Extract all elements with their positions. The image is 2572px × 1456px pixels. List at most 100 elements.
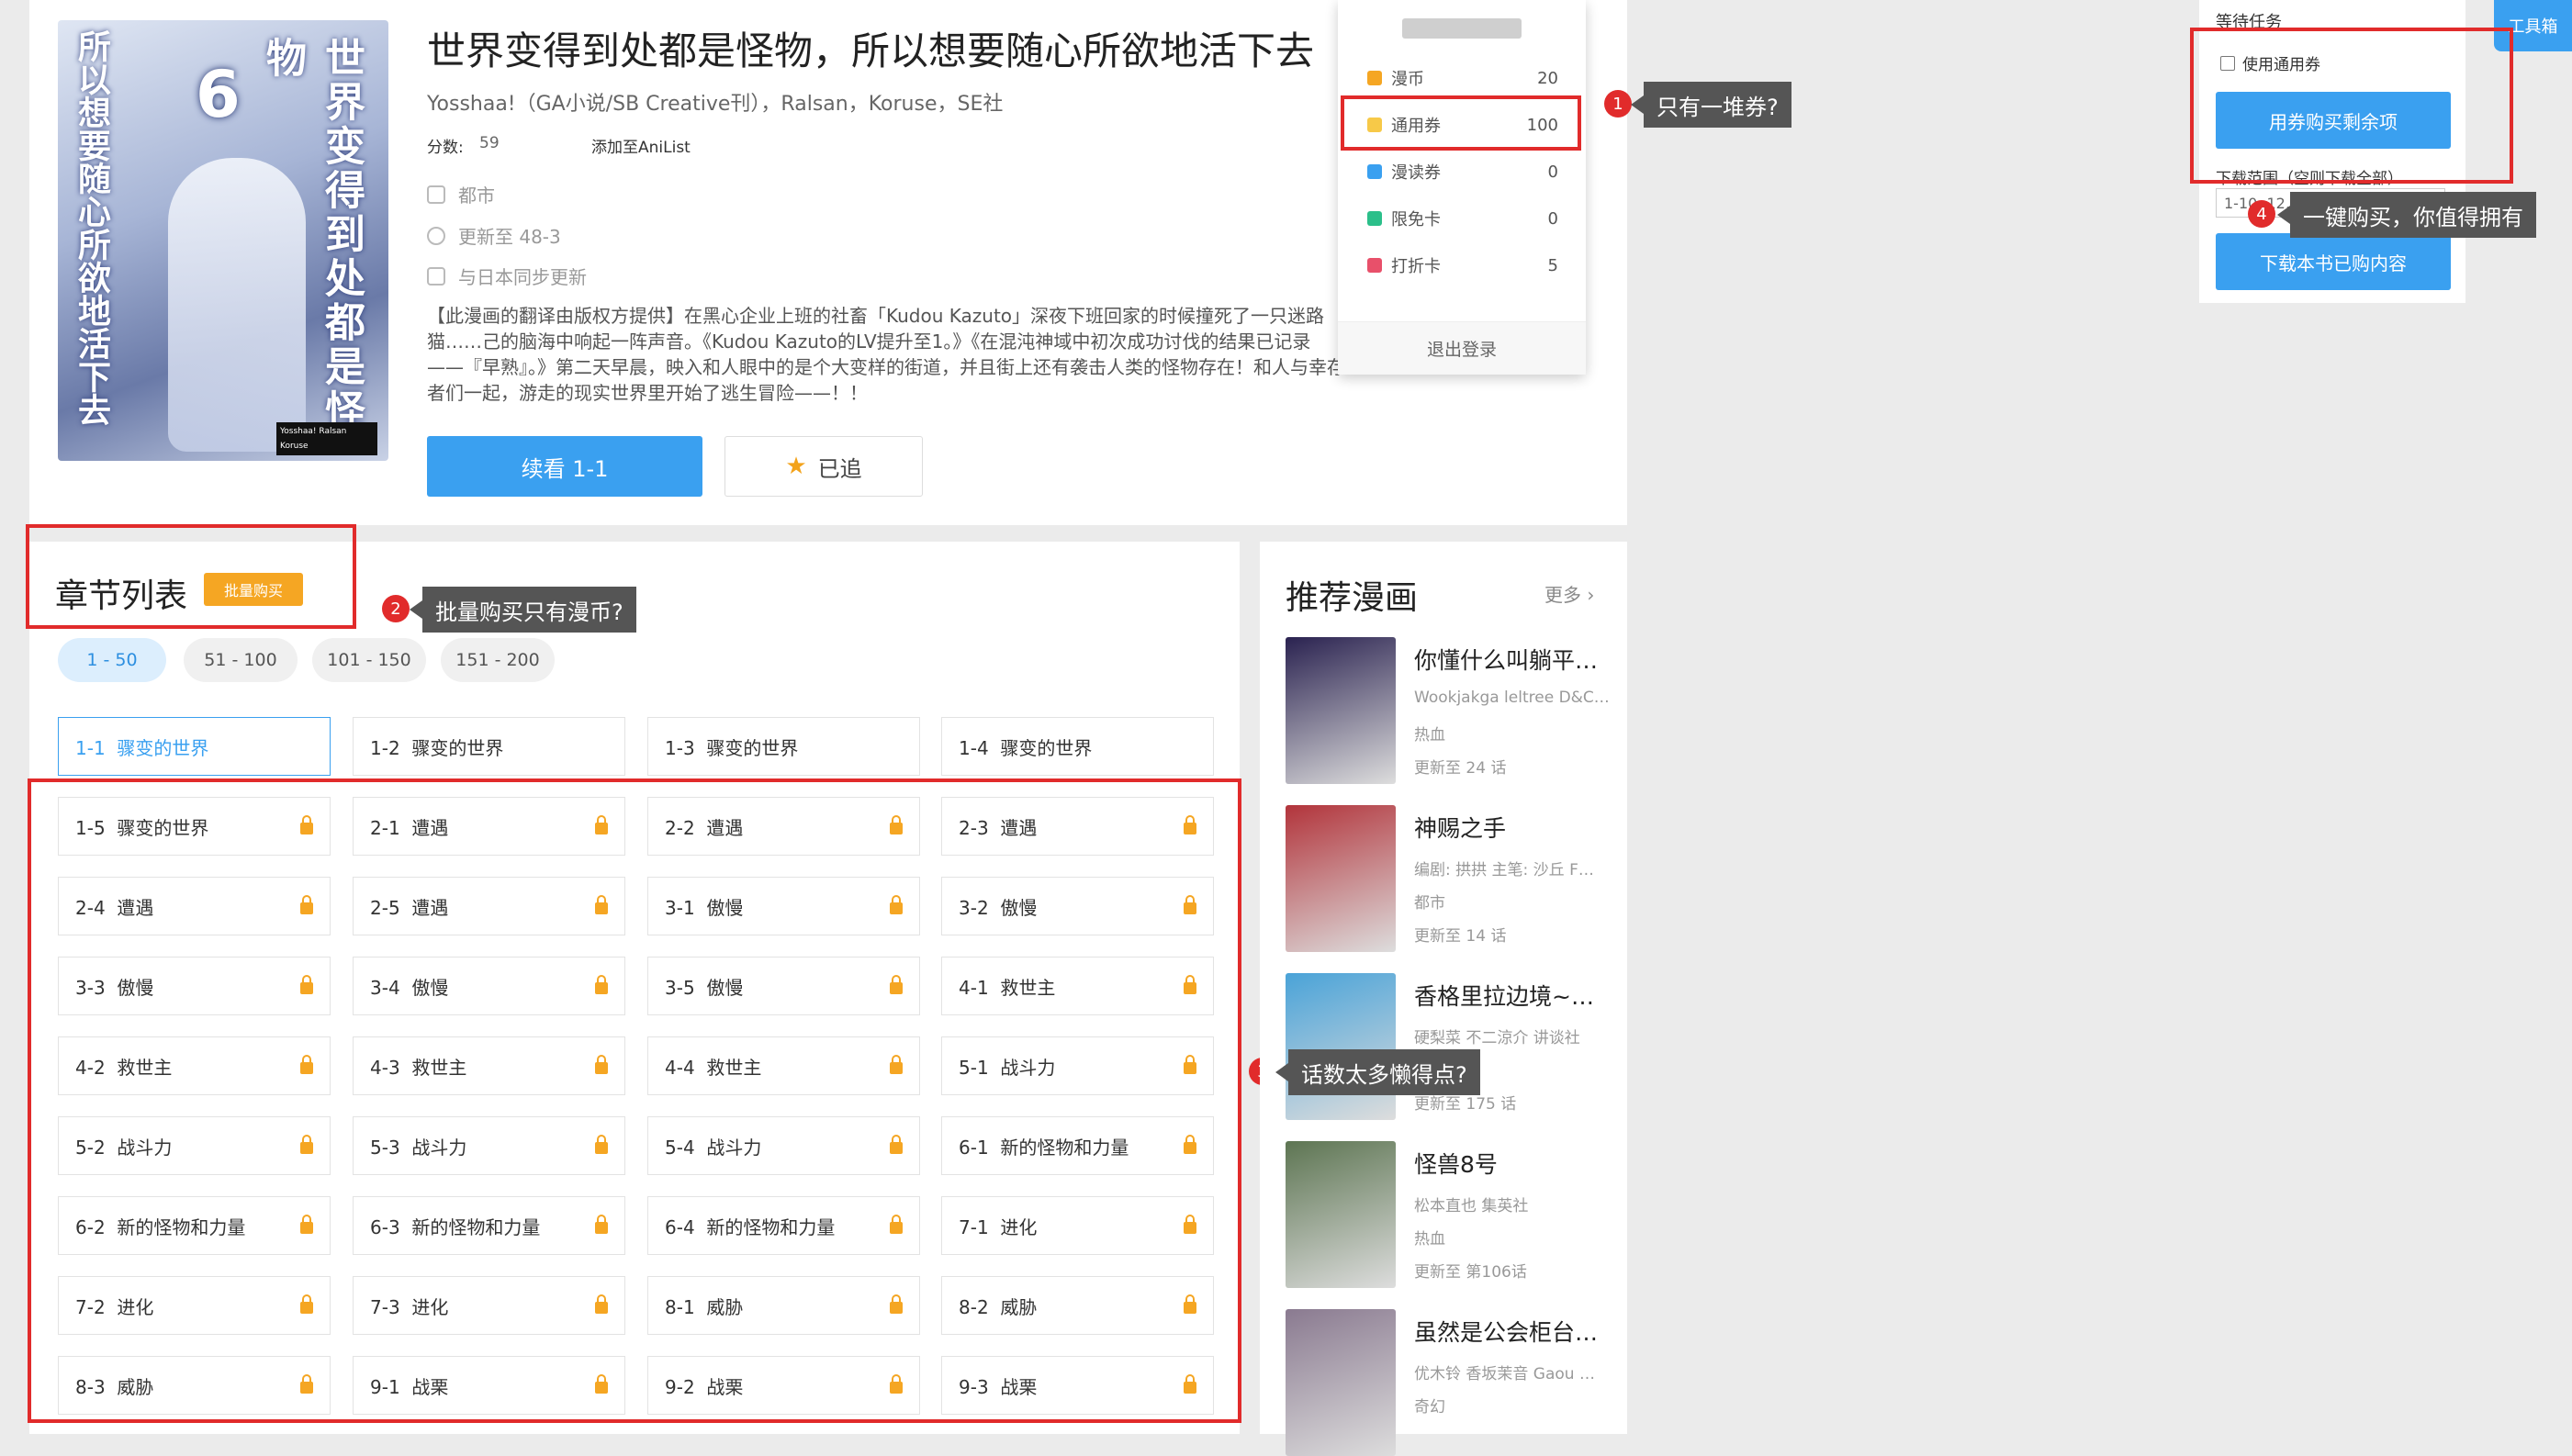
logout-button[interactable]: 退出登录: [1338, 321, 1586, 375]
dropdown-row-0[interactable]: 漫币 20: [1338, 55, 1586, 101]
recommend-title[interactable]: 虽然是公会柜台…: [1414, 1315, 1612, 1348]
score-value: 59: [479, 134, 500, 152]
lock-icon: [1184, 1135, 1196, 1154]
recommend-genre: 都市: [1414, 894, 1445, 913]
recommend-item[interactable]: 你懂什么叫躺平… Wookjakga leltree D&C … 热血 更新至 24 …: [1286, 637, 1616, 784]
recommend-updated: 更新至 第106话: [1414, 1263, 1527, 1282]
download-purchased-button[interactable]: 下载本书已购内容: [2216, 233, 2451, 290]
chapter-num: 4-1: [959, 976, 989, 999]
chapter-item[interactable]: 1-3 骤变的世界: [647, 717, 920, 776]
chapter-item[interactable]: 5-1 战斗力: [941, 1036, 1214, 1095]
lock-icon: [890, 895, 903, 914]
chapter-num: 2-5: [370, 896, 400, 919]
chapter-item[interactable]: 4-3 救世主: [353, 1036, 625, 1095]
star-icon: ★: [785, 453, 807, 480]
recommend-thumbnail[interactable]: [1286, 1141, 1396, 1288]
chapter-item[interactable]: 1-5 骤变的世界: [58, 797, 331, 856]
chapter-item[interactable]: 1-2 骤变的世界: [353, 717, 625, 776]
chapter-item[interactable]: 6-3 新的怪物和力量: [353, 1196, 625, 1255]
chapter-item[interactable]: 4-2 救世主: [58, 1036, 331, 1095]
recommend-item[interactable]: 怪兽8号 松本直也 集英社 热血 更新至 第106话: [1286, 1141, 1616, 1288]
chapter-item[interactable]: 7-3 进化: [353, 1276, 625, 1335]
chapter-item[interactable]: 8-1 威胁: [647, 1276, 920, 1335]
chapter-item[interactable]: 5-2 战斗力: [58, 1116, 331, 1175]
chapter-item[interactable]: 6-4 新的怪物和力量: [647, 1196, 920, 1255]
recommend-item[interactable]: 香格里拉边境~粪… 硬梨菜 不二涼介 讲谈社 更新至 175 话: [1286, 973, 1616, 1120]
chapter-item[interactable]: 1-4 骤变的世界: [941, 717, 1214, 776]
recommend-genre: 热血: [1414, 726, 1445, 745]
chapter-item[interactable]: 3-5 傲慢: [647, 957, 920, 1015]
chapter-item[interactable]: 3-3 傲慢: [58, 957, 331, 1015]
chapter-item[interactable]: 7-2 进化: [58, 1276, 331, 1335]
chapter-item[interactable]: 8-2 威胁: [941, 1276, 1214, 1335]
recommend-thumbnail[interactable]: [1286, 805, 1396, 952]
recommend-thumbnail[interactable]: [1286, 973, 1396, 1120]
lock-icon: [300, 1215, 313, 1234]
chapter-num: 4-4: [665, 1056, 695, 1079]
lock-icon: [890, 1135, 903, 1154]
chapter-range-tab[interactable]: 151 - 200: [441, 638, 555, 682]
lock-icon: [300, 1374, 313, 1394]
chapter-num: 3-3: [75, 976, 106, 999]
checkbox-icon[interactable]: [2220, 55, 2235, 71]
chapter-label: 9-3 战栗: [959, 1372, 1037, 1399]
genre-text[interactable]: 都市: [458, 181, 495, 207]
chapter-item[interactable]: 3-4 傲慢: [353, 957, 625, 1015]
chapter-name: 进化: [1000, 1215, 1038, 1238]
annotation-tip-2: 批量购买只有漫币?: [410, 587, 636, 633]
follow-button[interactable]: ★ 已追: [724, 436, 923, 497]
chapter-item[interactable]: 6-2 新的怪物和力量: [58, 1196, 331, 1255]
chapter-item[interactable]: 2-1 遭遇: [353, 797, 625, 856]
row-label: 漫读券: [1391, 163, 1441, 183]
account-dropdown: 漫币 20 通用券 100 漫读券 0 限免卡 0 打折卡 5 退出登录: [1338, 0, 1586, 375]
chapter-item[interactable]: 6-1 新的怪物和力量: [941, 1116, 1214, 1175]
recommend-title[interactable]: 你懂什么叫躺平…: [1414, 643, 1612, 676]
chapter-range-tab[interactable]: 1 - 50: [58, 638, 166, 682]
recommend-more-link[interactable]: 更多 ›: [1544, 580, 1594, 607]
chapter-num: 7-1: [959, 1215, 989, 1238]
chapter-range-tab[interactable]: 51 - 100: [184, 638, 298, 682]
cover-image[interactable]: 所以想要随心所欲地活下去 6 世界变得到处都是怪物 Yosshaa! Ralsa…: [58, 20, 388, 461]
chapter-name: 战斗力: [117, 1136, 173, 1159]
chapter-item[interactable]: 2-5 遭遇: [353, 877, 625, 935]
chapter-item[interactable]: 7-1 进化: [941, 1196, 1214, 1255]
chapter-item[interactable]: 2-3 遭遇: [941, 797, 1214, 856]
dropdown-row-3[interactable]: 限免卡 0: [1338, 196, 1586, 241]
currency-icon: [1367, 258, 1382, 273]
continue-read-button[interactable]: 续看 1-1: [427, 436, 702, 497]
batch-buy-button[interactable]: 批量购买: [204, 573, 303, 606]
recommend-title[interactable]: 香格里拉边境~粪…: [1414, 979, 1612, 1012]
chapter-label: 5-3 战斗力: [370, 1133, 466, 1159]
chapter-item[interactable]: 8-3 威胁: [58, 1356, 331, 1415]
chapter-item[interactable]: 3-2 傲慢: [941, 877, 1214, 935]
add-anilist-link[interactable]: 添加至AniList: [591, 134, 691, 157]
chapter-item[interactable]: 9-1 战栗: [353, 1356, 625, 1415]
chapter-range-tab[interactable]: 101 - 150: [312, 638, 426, 682]
chapter-num: 5-3: [370, 1136, 400, 1159]
chapter-item[interactable]: 9-3 战栗: [941, 1356, 1214, 1415]
recommend-title[interactable]: 神赐之手: [1414, 811, 1612, 844]
chapter-item[interactable]: 5-3 战斗力: [353, 1116, 625, 1175]
dropdown-row-2[interactable]: 漫读券 0: [1338, 149, 1586, 195]
recommend-thumbnail[interactable]: [1286, 637, 1396, 784]
chapter-item[interactable]: 3-1 傲慢: [647, 877, 920, 935]
dropdown-row-4[interactable]: 打折卡 5: [1338, 242, 1586, 288]
chapter-item[interactable]: 1-1 骤变的世界: [58, 717, 331, 776]
recommend-item[interactable]: 虽然是公会柜台… 优木铃 香坂茉音 Gaou … 奇幻: [1286, 1309, 1616, 1456]
recommend-thumbnail[interactable]: [1286, 1309, 1396, 1456]
recommend-title[interactable]: 怪兽8号: [1414, 1147, 1612, 1180]
chapter-label: 3-5 傲慢: [665, 973, 743, 1000]
dropdown-row-1[interactable]: 通用券 100: [1338, 102, 1586, 148]
toolbox-tab[interactable]: 工具箱: [2494, 0, 2572, 51]
chapter-item[interactable]: 9-2 战栗: [647, 1356, 920, 1415]
currency-icon: [1367, 164, 1382, 179]
chapter-label: 9-1 战栗: [370, 1372, 448, 1399]
chapter-item[interactable]: 2-2 遭遇: [647, 797, 920, 856]
chapter-item[interactable]: 4-1 救世主: [941, 957, 1214, 1015]
chapter-item[interactable]: 5-4 战斗力: [647, 1116, 920, 1175]
recommend-item[interactable]: 神赐之手 编剧: 拱拱 主笔: 沙丘 F… 都市 更新至 14 话: [1286, 805, 1616, 952]
use-ticket-checkbox[interactable]: 使用通用券: [2220, 51, 2320, 74]
chapter-item[interactable]: 2-4 遭遇: [58, 877, 331, 935]
chapter-item[interactable]: 4-4 救世主: [647, 1036, 920, 1095]
buy-remaining-button[interactable]: 用券购买剩余项: [2216, 92, 2451, 149]
